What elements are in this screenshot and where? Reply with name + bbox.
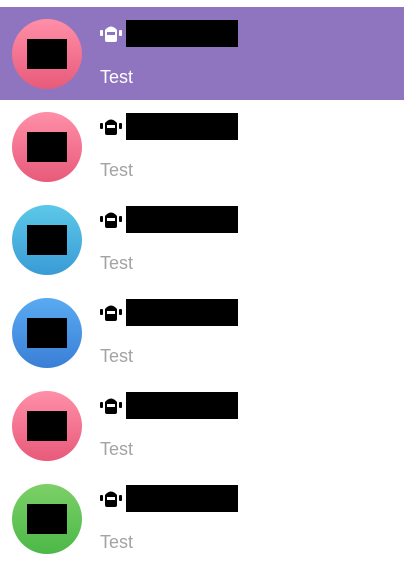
chat-title-line: [100, 19, 238, 47]
chat-item[interactable]: Test: [0, 7, 404, 100]
avatar[interactable]: [12, 298, 82, 368]
chat-item[interactable]: Test: [0, 100, 404, 193]
redacted-avatar-content: [27, 39, 67, 69]
redacted-avatar-content: [27, 504, 67, 534]
chat-title-line: [100, 391, 238, 419]
redacted-chat-name: [126, 205, 238, 233]
bot-icon: [100, 398, 122, 414]
message-preview: Test: [100, 160, 134, 180]
avatar[interactable]: [12, 205, 82, 275]
chat-title-line: [100, 205, 238, 233]
redacted-chat-name: [126, 112, 238, 140]
bot-icon: [100, 491, 122, 507]
redacted-avatar-content: [27, 225, 67, 255]
redacted-chat-name: [126, 19, 238, 47]
bot-icon: [100, 119, 122, 135]
message-preview: Test: [100, 532, 134, 552]
redacted-avatar-content: [27, 132, 67, 162]
redacted-chat-name: [126, 298, 238, 326]
chat-item[interactable]: Test: [0, 193, 404, 286]
chat-title-line: [100, 112, 238, 140]
redacted-chat-name: [126, 391, 238, 419]
message-preview: Test: [100, 439, 134, 459]
message-preview: Test: [100, 67, 134, 87]
message-preview: Test: [100, 346, 134, 366]
redacted-avatar-content: [27, 318, 67, 348]
chat-item[interactable]: Test: [0, 379, 404, 472]
chat-list: Test Test Test Test Test Test: [0, 0, 404, 566]
bot-icon: [100, 26, 122, 42]
chat-title-line: [100, 298, 238, 326]
avatar[interactable]: [12, 484, 82, 554]
avatar[interactable]: [12, 19, 82, 89]
chat-item[interactable]: Test: [0, 472, 404, 565]
redacted-avatar-content: [27, 411, 67, 441]
chat-item[interactable]: Test: [0, 286, 404, 379]
bot-icon: [100, 212, 122, 228]
avatar[interactable]: [12, 391, 82, 461]
avatar[interactable]: [12, 112, 82, 182]
bot-icon: [100, 305, 122, 321]
message-preview: Test: [100, 253, 134, 273]
redacted-chat-name: [126, 484, 238, 512]
chat-title-line: [100, 484, 238, 512]
